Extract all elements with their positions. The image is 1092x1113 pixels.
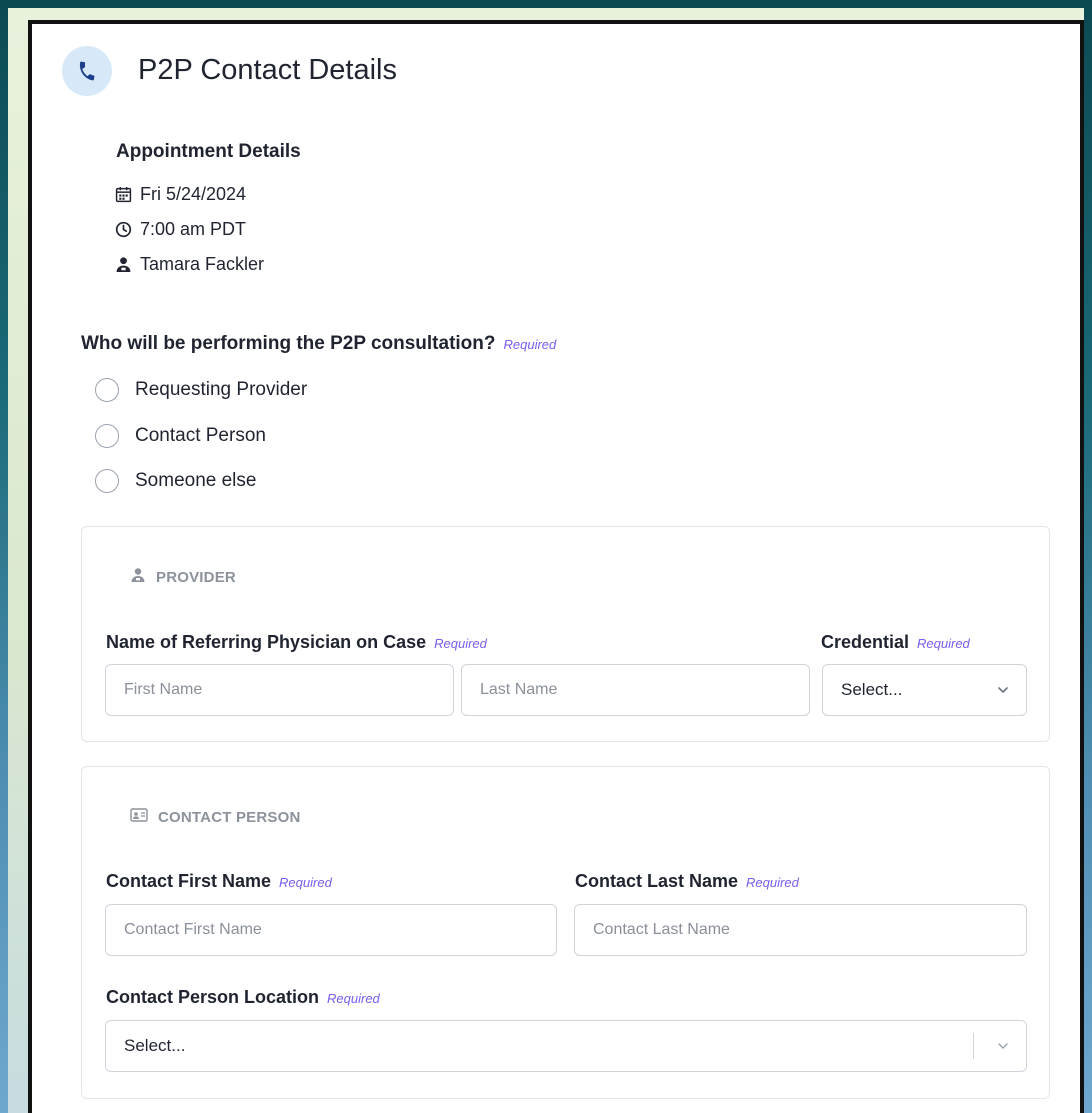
radio-contact-person[interactable]: Contact Person bbox=[95, 424, 266, 448]
radio-someone-else[interactable]: Someone else bbox=[95, 469, 256, 493]
performer-question-label: Who will be performing the P2P consultat… bbox=[81, 333, 496, 354]
contact-first-name-label-text: Contact First Name bbox=[106, 871, 272, 891]
radio-circle[interactable] bbox=[95, 424, 119, 448]
referring-physician-label-text: Name of Referring Physician on Case bbox=[106, 632, 427, 652]
credential-select[interactable]: Select... bbox=[822, 664, 1027, 716]
appointment-person-row: Tamara Fackler bbox=[114, 254, 264, 275]
radio-circle[interactable] bbox=[95, 378, 119, 402]
contact-first-name-placeholder: Contact First Name bbox=[124, 921, 262, 938]
chevron-down-icon[interactable] bbox=[996, 1039, 1010, 1058]
id-card-icon bbox=[130, 807, 148, 827]
doctor-icon bbox=[130, 567, 146, 587]
credential-select-value: Select... bbox=[841, 680, 903, 699]
contact-location-label-text: Contact Person Location bbox=[106, 987, 320, 1007]
appointment-time: 7:00 am PDT bbox=[140, 219, 247, 239]
required-tag: Required bbox=[503, 337, 557, 352]
contact-last-name-input[interactable]: Contact Last Name bbox=[574, 904, 1027, 956]
appointment-date: Fri 5/24/2024 bbox=[140, 184, 247, 204]
contact-first-name-label: Contact First Name Required bbox=[106, 871, 332, 892]
calendar-icon bbox=[114, 186, 132, 204]
contact-last-name-placeholder: Contact Last Name bbox=[593, 921, 730, 938]
first-name-input[interactable]: First Name bbox=[105, 664, 454, 716]
credential-label: Credential Required bbox=[821, 632, 970, 653]
contact-location-select-value: Select... bbox=[124, 1036, 186, 1055]
radio-requesting-provider[interactable]: Requesting Provider bbox=[95, 378, 307, 402]
provider-heading-text: PROVIDER bbox=[156, 568, 236, 586]
contact-last-name-label-text: Contact Last Name bbox=[575, 871, 739, 891]
user-badge-icon bbox=[114, 256, 132, 274]
page-title: P2P Contact Details bbox=[138, 54, 397, 86]
credential-label-text: Credential bbox=[821, 632, 910, 652]
appointment-date-row: Fri 5/24/2024 bbox=[114, 184, 246, 205]
performer-question: Who will be performing the P2P consultat… bbox=[81, 333, 556, 355]
contact-location-select[interactable]: Select... bbox=[105, 1020, 1027, 1072]
referring-physician-label: Name of Referring Physician on Case Requi… bbox=[106, 632, 487, 653]
required-tag: Required bbox=[746, 875, 799, 890]
appointment-time-row: 7:00 am PDT bbox=[114, 219, 246, 240]
contact-person-heading: CONTACT PERSON bbox=[130, 807, 301, 827]
contact-last-name-label: Contact Last Name Required bbox=[575, 871, 799, 892]
contact-first-name-input[interactable]: Contact First Name bbox=[105, 904, 557, 956]
first-name-placeholder: First Name bbox=[124, 681, 203, 698]
required-tag: Required bbox=[917, 636, 970, 651]
appointment-person: Tamara Fackler bbox=[140, 254, 265, 274]
appointment-details-heading: Appointment Details bbox=[116, 141, 301, 162]
required-tag: Required bbox=[434, 636, 487, 651]
contact-person-heading-text: CONTACT PERSON bbox=[158, 808, 301, 826]
last-name-input[interactable]: Last Name bbox=[461, 664, 810, 716]
required-tag: Required bbox=[279, 875, 332, 890]
radio-label: Requesting Provider bbox=[135, 379, 308, 400]
select-divider bbox=[973, 1033, 974, 1059]
provider-heading: PROVIDER bbox=[130, 567, 236, 587]
phone-icon bbox=[62, 46, 112, 96]
radio-label: Someone else bbox=[135, 470, 257, 491]
required-tag: Required bbox=[327, 991, 380, 1006]
contact-location-label: Contact Person Location Required bbox=[106, 987, 380, 1008]
radio-circle[interactable] bbox=[95, 469, 119, 493]
chevron-down-icon bbox=[996, 683, 1010, 702]
clock-icon bbox=[114, 221, 132, 239]
last-name-placeholder: Last Name bbox=[480, 681, 558, 698]
radio-label: Contact Person bbox=[135, 425, 266, 446]
